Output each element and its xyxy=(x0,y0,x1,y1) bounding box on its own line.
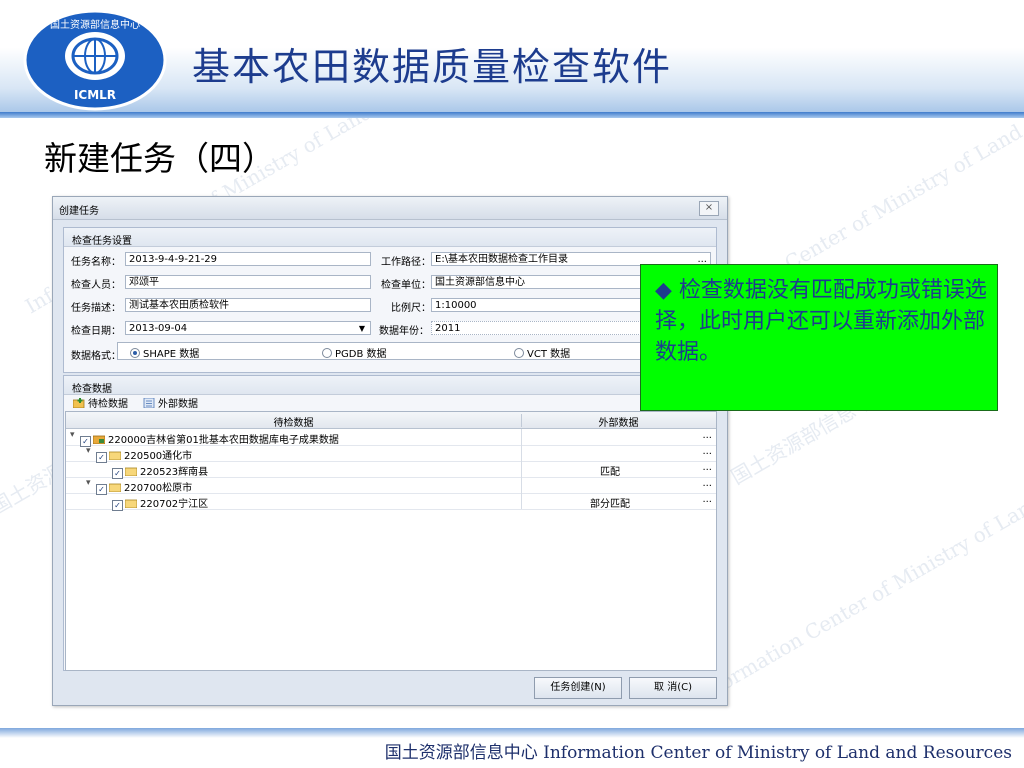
add-pending-data-button[interactable]: 待检数据 xyxy=(73,395,128,410)
row-browse-button[interactable]: ... xyxy=(702,430,712,441)
task-name-input[interactable]: 2013-9-4-9-21-29 xyxy=(125,252,371,266)
task-settings-title: 检查任务设置 xyxy=(72,236,132,247)
column-header-external[interactable]: 外部数据 xyxy=(521,414,716,429)
add-pending-data-label: 待检数据 xyxy=(88,399,128,410)
folder-icon xyxy=(109,451,121,460)
column-separator xyxy=(521,477,522,493)
grid-header: 待检数据 外部数据 xyxy=(66,412,716,429)
work-path-label: 工作路径： xyxy=(381,257,431,268)
collapse-toggle-icon[interactable]: ▾ xyxy=(86,478,91,488)
radio-pgdb[interactable]: PGDB 数据 xyxy=(322,345,387,360)
format-radio-group: SHAPE 数据 PGDB 数据 VCT 数据 xyxy=(117,342,691,360)
footer-text: 国土资源部信息中心 Information Center of Ministry… xyxy=(384,743,1012,763)
radio-shape[interactable]: SHAPE 数据 xyxy=(130,345,199,360)
root-folder-icon xyxy=(93,435,105,444)
date-label: 检查日期： xyxy=(71,326,121,337)
table-row[interactable]: ✓ 220523辉南县 匹配 ... xyxy=(66,461,716,479)
column-separator xyxy=(521,445,522,461)
row-name: 220702宁江区 xyxy=(140,499,209,510)
database-icon xyxy=(143,398,155,408)
table-row[interactable]: ▾ ✓ 220500通化市 ... xyxy=(66,445,716,463)
year-label: 数据年份： xyxy=(379,326,429,337)
check-data-title: 检查数据 xyxy=(72,384,112,395)
note-text: ◆ 检查数据没有匹配成功或错误选择，此时用户还可以重新添加外部数据。 xyxy=(655,275,989,368)
column-header-pending[interactable]: 待检数据 xyxy=(66,414,522,429)
row-browse-button[interactable]: ... xyxy=(702,478,712,489)
add-folder-icon xyxy=(73,398,85,408)
row-external-status: 部分匹配 xyxy=(590,499,630,510)
collapse-toggle-icon[interactable]: ▾ xyxy=(86,446,91,456)
radio-vct[interactable]: VCT 数据 xyxy=(514,345,570,360)
radio-shape-label: SHAPE 数据 xyxy=(143,349,200,360)
radio-checked-icon xyxy=(130,348,140,358)
create-task-button[interactable]: 任务创建(N) xyxy=(534,677,622,699)
radio-vct-label: VCT 数据 xyxy=(527,349,571,360)
dialog-titlebar: 创建任务 × xyxy=(53,197,727,220)
year-input[interactable]: 2011 xyxy=(431,321,641,335)
radio-unchecked-icon xyxy=(322,348,332,358)
cancel-button[interactable]: 取 消(C) xyxy=(629,677,717,699)
watermark-text: Information Center of Ministry of Land a… xyxy=(690,412,1024,709)
chevron-down-icon[interactable]: ▼ xyxy=(359,322,365,334)
date-value: 2013-09-04 xyxy=(129,323,188,334)
diamond-bullet-icon: ◆ xyxy=(655,278,672,303)
unit-label: 检查单位： xyxy=(381,280,431,291)
folder-icon xyxy=(125,467,137,476)
note-callout: ◆ 检查数据没有匹配成功或错误选择，此时用户还可以重新添加外部数据。 xyxy=(640,264,998,411)
column-separator xyxy=(521,429,522,445)
collapse-toggle-icon[interactable]: ▾ xyxy=(70,430,75,440)
checker-label: 检查人员： xyxy=(71,280,121,291)
format-label: 数据格式： xyxy=(71,351,121,362)
icmlr-logo: 国土资源部信息中心 ICMLR xyxy=(23,9,167,111)
radio-unchecked-icon xyxy=(514,348,524,358)
task-settings-header: 检查任务设置 xyxy=(64,228,716,247)
add-external-data-label: 外部数据 xyxy=(158,399,198,410)
data-tree-grid: 待检数据 外部数据 ▾ ✓ 220000吉林省第01批基本农田数据库电子成果数据 … xyxy=(65,411,717,671)
row-browse-button[interactable]: ... xyxy=(702,494,712,505)
description-input[interactable]: 测试基本农田质检软件 xyxy=(125,298,371,312)
svg-text:ICMLR: ICMLR xyxy=(74,88,116,102)
task-name-label: 任务名称： xyxy=(71,257,121,268)
folder-icon xyxy=(125,499,137,508)
note-body: 检查数据没有匹配成功或错误选择，此时用户还可以重新添加外部数据。 xyxy=(655,278,987,365)
radio-pgdb-label: PGDB 数据 xyxy=(335,349,387,360)
slide-subtitle: 新建任务（四） xyxy=(44,139,275,178)
create-task-dialog: 创建任务 × 检查任务设置 任务名称： 2013-9-4-9-21-29 工作路… xyxy=(52,196,728,706)
table-row[interactable]: ▾ ✓ 220000吉林省第01批基本农田数据库电子成果数据 ... xyxy=(66,429,716,447)
table-row[interactable]: ✓ 220702宁江区 部分匹配 ... xyxy=(66,493,716,511)
work-path-value: E:\基本农田数据检查工作目录 xyxy=(435,254,569,265)
scale-label: 比例尺： xyxy=(391,303,431,314)
row-browse-button[interactable]: ... xyxy=(702,446,712,457)
date-picker[interactable]: 2013-09-04 ▼ xyxy=(125,321,371,335)
slide-footer: 国土资源部信息中心 Information Center of Ministry… xyxy=(0,728,1024,768)
header-divider xyxy=(0,112,1024,118)
row-external-status: 匹配 xyxy=(600,467,620,478)
slide-title: 基本农田数据质量检查软件 xyxy=(192,45,673,89)
description-label: 任务描述： xyxy=(71,303,121,314)
table-row[interactable]: ▾ ✓ 220700松原市 ... xyxy=(66,477,716,495)
unit-input[interactable]: 国土资源部信息中心 xyxy=(431,275,641,289)
checker-input[interactable]: 邓颂平 xyxy=(125,275,371,289)
folder-icon xyxy=(109,483,121,492)
check-data-header: 检查数据 xyxy=(64,376,716,395)
row-checkbox[interactable]: ✓ xyxy=(112,500,123,511)
row-browse-button[interactable]: ... xyxy=(702,462,712,473)
scale-input[interactable]: 1:10000 xyxy=(431,298,641,312)
dialog-title: 创建任务 xyxy=(59,206,99,217)
svg-text:国土资源部信息中心: 国土资源部信息中心 xyxy=(50,18,140,31)
add-external-data-button[interactable]: 外部数据 xyxy=(143,395,198,410)
close-button[interactable]: × xyxy=(699,201,719,216)
